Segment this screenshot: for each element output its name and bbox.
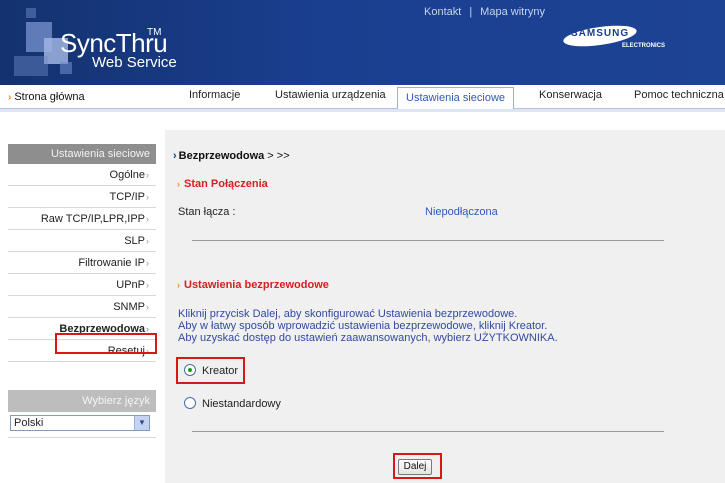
- tab-ustawienia-sieciowe[interactable]: Ustawienia sieciowe: [397, 87, 515, 110]
- radio-niestandardowy[interactable]: Niestandardowy: [184, 397, 281, 410]
- description-line: Kliknij przycisk Dalej, aby skonfigurowa…: [178, 308, 518, 320]
- main-content: › Bezprzewodowa > >> › Stan Połączenia Sta…: [165, 130, 725, 483]
- description-line: Aby uzyskać dostęp do ustawień zaawansow…: [178, 332, 558, 344]
- sidebar-item-tcpip[interactable]: TCP/IP›: [8, 186, 156, 208]
- section-title-status: › Stan Połączenia: [177, 178, 268, 190]
- description-line: Aby w łatwy sposób wprowadzić ustawienia…: [178, 320, 548, 332]
- breadcrumb: › Bezprzewodowa > >>: [173, 150, 290, 162]
- chevron-right-icon: ›: [146, 236, 149, 246]
- main-nav: › Strona główna Informacje Ustawienia urz…: [0, 85, 725, 110]
- highlight-next-button: [393, 453, 442, 479]
- language-box: Polski ▼: [8, 412, 156, 438]
- header-banner: SyncThru TM Web Service Kontakt | Mapa wit…: [0, 0, 725, 85]
- samsung-logo: SAMSUNG ELECTRONICS: [562, 21, 665, 51]
- samsung-name: SAMSUNG: [571, 28, 630, 39]
- section-title-wireless: › Ustawienia bezprzewodowe: [177, 279, 329, 291]
- radio-niestandardowy-label: Niestandardowy: [202, 398, 281, 410]
- breadcrumb-tail: > >>: [264, 150, 290, 162]
- language-select[interactable]: Polski ▼: [10, 415, 150, 431]
- chevron-right-icon: ›: [146, 192, 149, 202]
- chevron-right-icon: ›: [8, 92, 12, 103]
- sidebar-item-label: SNMP: [113, 301, 145, 313]
- description: Kliknij przycisk Dalej, aby skonfigurowa…: [178, 308, 558, 344]
- decor-square: [60, 62, 72, 74]
- breadcrumb-current: Bezprzewodowa: [178, 150, 265, 162]
- chevron-right-icon: ›: [177, 280, 180, 290]
- tab-konserwacja[interactable]: Konserwacja: [539, 89, 602, 101]
- section-title-status-text: Stan Połączenia: [184, 178, 268, 190]
- sidebar-item-label: Ogólne: [109, 169, 145, 181]
- sidebar-item-slp[interactable]: SLP›: [8, 230, 156, 252]
- sidebar-header: Ustawienia sieciowe: [8, 144, 156, 164]
- sidebar-item-raw-tcpip[interactable]: Raw TCP/IP,LPR,IPP›: [8, 208, 156, 230]
- chevron-right-icon: ›: [146, 214, 149, 224]
- link-separator: |: [469, 6, 473, 18]
- nav-home-link[interactable]: › Strona główna: [8, 91, 85, 103]
- radio-icon[interactable]: [184, 397, 196, 409]
- chevron-right-icon: ›: [146, 280, 149, 290]
- sidebar-item-ogolne[interactable]: Ogólne›: [8, 164, 156, 186]
- sidebar-item-filtrowanie-ip[interactable]: Filtrowanie IP›: [8, 252, 156, 274]
- highlight-bezprzewodowa: [55, 333, 157, 354]
- decor-square: [26, 8, 36, 18]
- chevron-right-icon: ›: [173, 150, 177, 162]
- language-header: Wybierz język: [8, 390, 156, 412]
- tab-ustawienia-urzadzenia[interactable]: Ustawienia urządzenia: [275, 89, 386, 101]
- sidebar-item-snmp[interactable]: SNMP›: [8, 296, 156, 318]
- sidebar-item-label: UPnP: [116, 279, 145, 291]
- link-status-label: Stan łącza :: [178, 206, 236, 218]
- nav-home-label: Strona główna: [14, 91, 85, 103]
- sidebar-item-label: Filtrowanie IP: [78, 257, 145, 269]
- chevron-right-icon: ›: [146, 302, 149, 312]
- section-title-wireless-text: Ustawienia bezprzewodowe: [184, 279, 329, 291]
- chevron-right-icon: ›: [177, 179, 180, 189]
- chevron-right-icon: ›: [146, 258, 149, 268]
- sidebar-item-upnp[interactable]: UPnP›: [8, 274, 156, 296]
- decor-square: [14, 56, 48, 76]
- link-status-value: Niepodłączona: [425, 206, 498, 218]
- samsung-electronics: ELECTRONICS: [622, 43, 666, 49]
- dropdown-arrow-icon[interactable]: ▼: [134, 416, 149, 430]
- tab-pomoc-techniczna[interactable]: Pomoc techniczna: [634, 89, 724, 101]
- link-mapa-witryny[interactable]: Mapa witryny: [480, 6, 545, 18]
- divider: [192, 431, 664, 432]
- sidebar-item-label: SLP: [124, 235, 145, 247]
- sidebar-item-label: Raw TCP/IP,LPR,IPP: [40, 213, 145, 225]
- link-kontakt[interactable]: Kontakt: [424, 6, 461, 18]
- top-links: Kontakt | Mapa witryny: [424, 6, 545, 18]
- sidebar: Ustawienia sieciowe Ogólne› TCP/IP› Raw …: [8, 144, 156, 438]
- logo-subtitle: Web Service: [92, 54, 177, 71]
- logo-trademark: TM: [147, 27, 162, 38]
- nav-underline: [0, 109, 725, 112]
- highlight-kreator: [176, 357, 245, 384]
- divider: [192, 240, 664, 241]
- chevron-right-icon: ›: [146, 170, 149, 180]
- sidebar-item-label: TCP/IP: [109, 191, 145, 203]
- language-selected-value: Polski: [14, 417, 44, 429]
- tab-informacje[interactable]: Informacje: [189, 89, 240, 101]
